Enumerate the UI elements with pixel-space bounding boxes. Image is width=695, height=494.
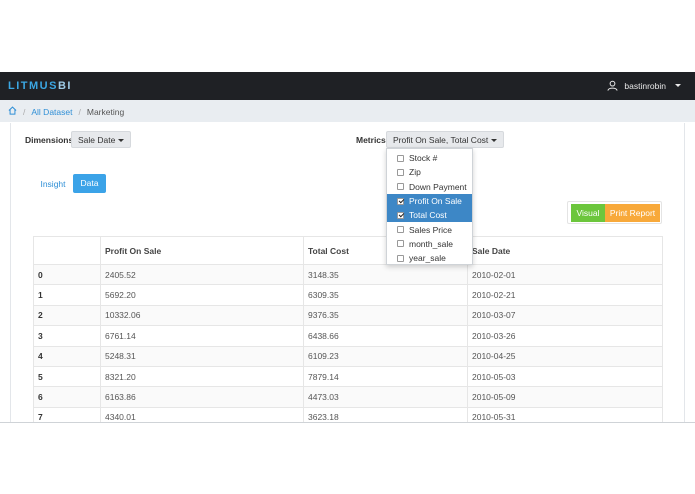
row-index: 5 (33, 365, 101, 388)
cell-profit-on-sale: 8321.20 (100, 365, 304, 388)
top-navbar: LITMUSBI bastinrobin (0, 72, 695, 100)
user-icon (607, 80, 618, 91)
cell-total-cost: 7879.14 (303, 365, 468, 388)
top-blank-area (0, 0, 695, 72)
cell-sale-date: 2010-02-01 (467, 263, 663, 286)
dimensions-dropdown[interactable]: Sale Date (71, 131, 132, 148)
tab-data[interactable]: Data (73, 174, 106, 193)
table-row: 3 6761.14 6438.66 2010-03-26 (33, 325, 663, 347)
cell-sale-date: 2010-04-25 (467, 345, 663, 367)
cell-sale-date: 2010-02-21 (467, 284, 663, 306)
cell-sale-date: 2010-05-09 (467, 386, 663, 408)
chevron-down-icon (491, 139, 498, 143)
chevron-down-icon (118, 139, 125, 143)
checkbox-unchecked-icon[interactable] (397, 226, 404, 234)
cell-profit-on-sale: 2405.52 (100, 263, 304, 286)
table-header-row: Profit On Sale Total Cost Sale Date (33, 236, 663, 265)
checkbox-checked-icon[interactable] (397, 211, 404, 219)
metric-option-down-payment[interactable]: Down Payment (387, 180, 472, 194)
metrics-label: Metrics (356, 135, 386, 145)
table-row: 5 8321.20 7879.14 2010-05-03 (33, 365, 663, 388)
tab-insight[interactable]: Insight (34, 175, 72, 193)
cell-total-cost: 9376.35 (303, 304, 468, 327)
cell-sale-date: 2010-03-26 (467, 325, 663, 347)
cell-profit-on-sale: 6163.86 (100, 386, 304, 408)
metric-option-profit-on-sale[interactable]: Profit On Sale (387, 193, 472, 209)
table-row: 2 10332.06 9376.35 2010-03-07 (33, 304, 663, 327)
chevron-down-icon (675, 84, 681, 87)
metric-option-zip[interactable]: Zip (387, 165, 472, 179)
checkbox-unchecked-icon[interactable] (397, 240, 404, 248)
cell-profit-on-sale: 6761.14 (100, 325, 304, 347)
row-index: 3 (33, 325, 101, 347)
cell-profit-on-sale: 5692.20 (100, 284, 304, 306)
breadcrumb-separator: / (23, 106, 26, 117)
user-menu[interactable]: bastinrobin (607, 80, 681, 91)
metric-option-month-sale[interactable]: month_sale (387, 237, 472, 251)
table-row: 4 5248.31 6109.23 2010-04-25 (33, 345, 663, 367)
checkbox-unchecked-icon[interactable] (397, 183, 404, 191)
breadcrumb-all-dataset[interactable]: All Dataset (31, 107, 72, 117)
bottom-blank-area (0, 422, 695, 494)
column-header-sale-date[interactable]: Sale Date (467, 236, 663, 265)
print-report-button[interactable]: Print Report (605, 204, 660, 222)
column-header-profit-on-sale[interactable]: Profit On Sale (100, 236, 304, 265)
breadcrumb-current: Marketing (86, 106, 125, 117)
cell-profit-on-sale: 10332.06 (100, 304, 304, 327)
cell-total-cost: 6109.23 (303, 345, 468, 367)
row-index: 2 (33, 304, 101, 327)
checkbox-unchecked-icon[interactable] (397, 154, 404, 162)
metric-option-sales-price[interactable]: Sales Price (387, 222, 472, 236)
checkbox-unchecked-icon[interactable] (397, 168, 404, 176)
metric-option-year-sale[interactable]: year_sale (387, 251, 472, 265)
action-button-group: Visual Print Report (567, 201, 662, 224)
username: bastinrobin (624, 80, 666, 91)
visual-button[interactable]: Visual (571, 204, 605, 222)
breadcrumb-separator: / (78, 106, 81, 117)
home-icon[interactable] (8, 106, 17, 117)
checkbox-unchecked-icon[interactable] (397, 254, 404, 262)
table-row: 0 2405.52 3148.35 2010-02-01 (33, 263, 663, 286)
metrics-dropdown-menu: Stock # Zip Down Payment Profit On Sale … (386, 148, 473, 265)
cell-sale-date: 2010-03-07 (467, 304, 663, 327)
checkbox-checked-icon[interactable] (397, 197, 404, 205)
table-row: 6 6163.86 4473.03 2010-05-09 (33, 386, 663, 408)
cell-profit-on-sale: 5248.31 (100, 345, 304, 367)
brand-logo[interactable]: LITMUSBI (8, 80, 72, 92)
data-table: Profit On Sale Total Cost Sale Date 0 240… (33, 236, 663, 429)
metric-option-stock[interactable]: Stock # (387, 151, 472, 165)
cell-sale-date: 2010-05-03 (467, 365, 663, 388)
cell-total-cost: 6438.66 (303, 325, 468, 347)
cell-total-cost: 3148.35 (303, 263, 468, 286)
metric-option-total-cost[interactable]: Total Cost (387, 208, 472, 223)
row-index: 1 (33, 284, 101, 306)
dimensions-label: Dimensions (25, 135, 74, 145)
metrics-dropdown[interactable]: Profit On Sale, Total Cost (386, 131, 505, 148)
breadcrumb: / All Dataset / Marketing (0, 100, 695, 122)
cell-total-cost: 6309.35 (303, 284, 468, 306)
row-index: 6 (33, 386, 101, 408)
row-index: 0 (33, 263, 101, 286)
column-header-index (33, 236, 101, 265)
row-index: 4 (33, 345, 101, 367)
table-row: 1 5692.20 6309.35 2010-02-21 (33, 284, 663, 306)
cell-total-cost: 4473.03 (303, 386, 468, 408)
